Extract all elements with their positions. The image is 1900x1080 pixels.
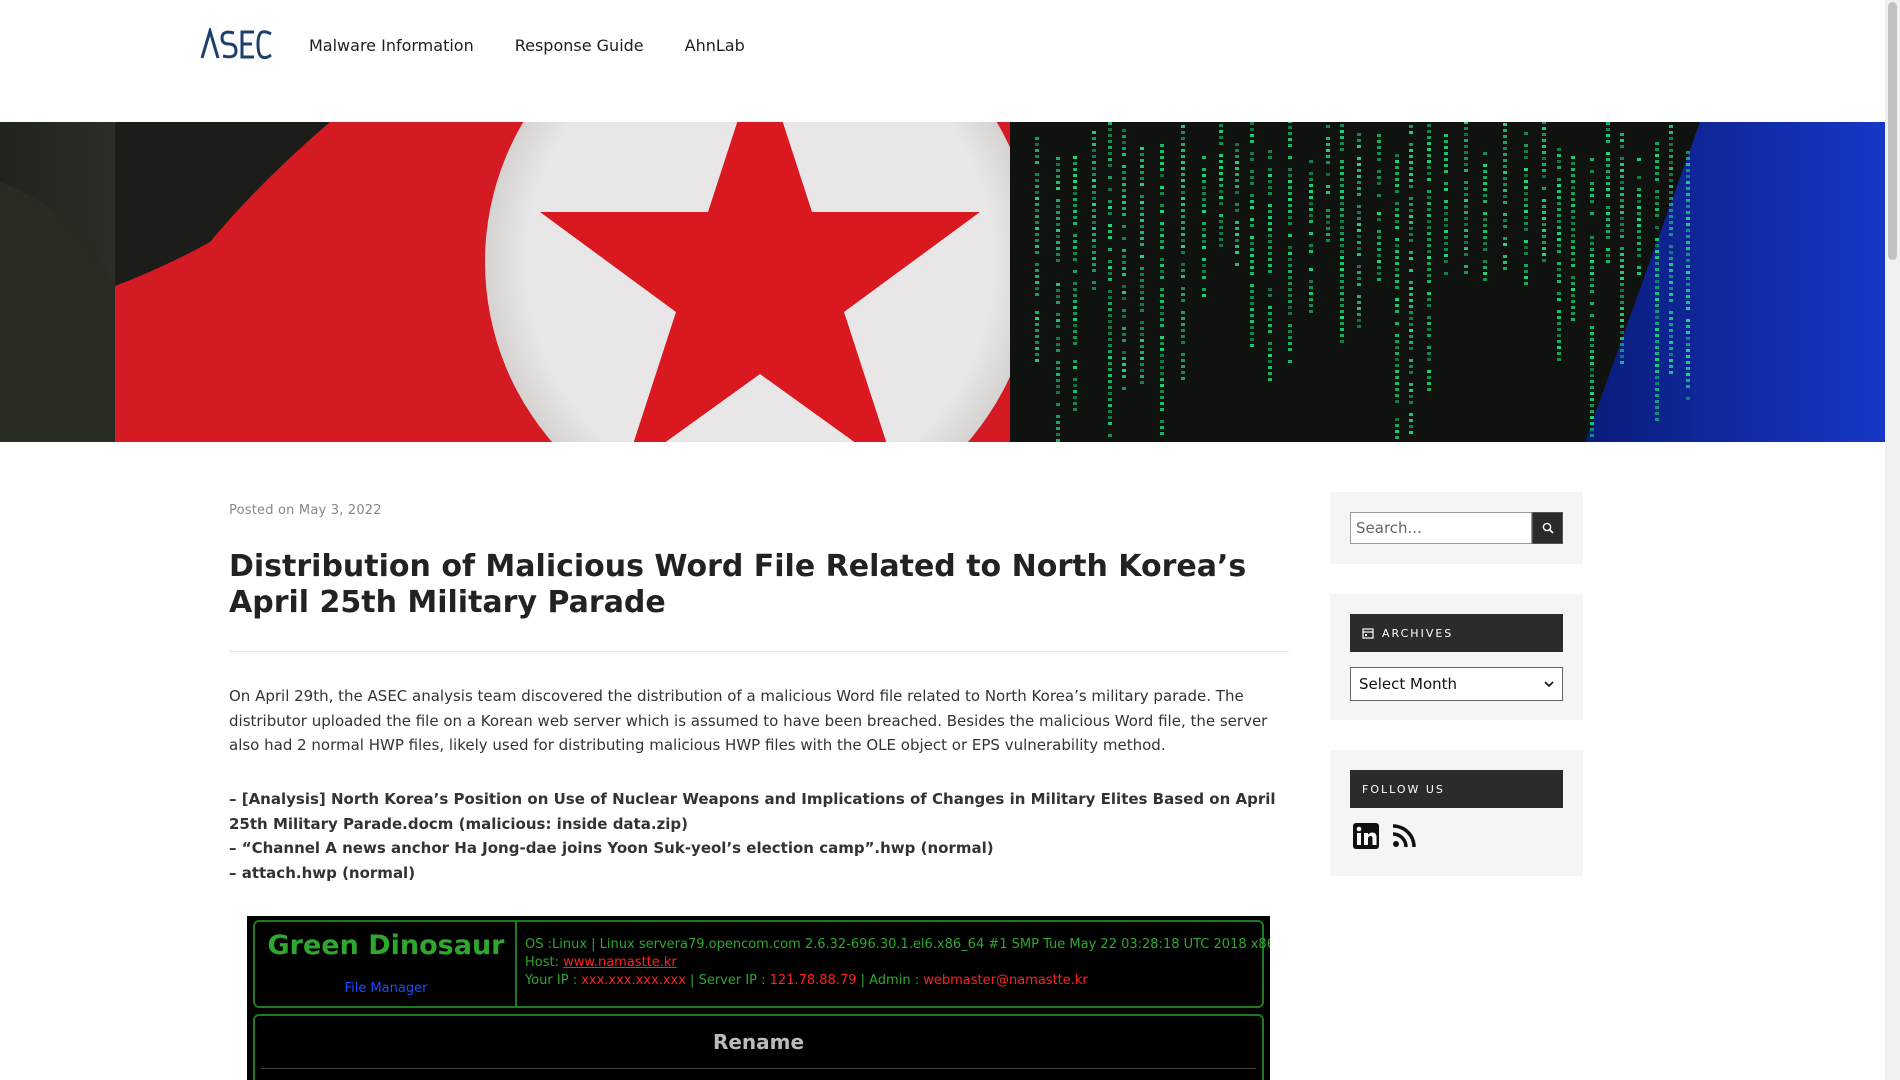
host-value: www.namastte.kr <box>563 955 677 970</box>
asec-logo[interactable] <box>200 25 272 60</box>
ip-line: Your IP : xxx.xxx.xxx.xxx | Server IP : … <box>525 972 1270 990</box>
rename-divider <box>261 1068 1256 1069</box>
rename-heading: Rename <box>712 1030 805 1054</box>
posted-on-label: Posted on <box>229 503 295 518</box>
os-line: OS :Linux | Linux servera79.opencom.com … <box>525 936 1270 954</box>
archives-heading: ARCHIVES <box>1350 614 1563 652</box>
archives-widget: ARCHIVES Select Month <box>1330 594 1583 720</box>
server-ip-value: 121.78.88.79 <box>769 973 857 988</box>
search-button[interactable] <box>1532 512 1563 544</box>
nav-ahnlab[interactable]: AhnLab <box>685 36 745 55</box>
post-intro-paragraph: On April 29th, the ASEC analysis team di… <box>229 687 1268 754</box>
archives-month-select[interactable]: Select Month <box>1350 667 1563 701</box>
file-list-item: – attach.hwp (normal) <box>229 863 416 882</box>
chevron-down-icon <box>1544 681 1554 688</box>
host-line: Host: www.namastte.kr <box>525 954 1270 972</box>
nav-malware-information[interactable]: Malware Information <box>309 36 474 55</box>
search-icon <box>1542 522 1554 534</box>
search-form <box>1350 512 1563 544</box>
your-ip-value: xxx.xxx.xxx.xxx <box>581 973 686 988</box>
follow-widget: FOLLOW US <box>1330 750 1583 876</box>
nav-response-guide[interactable]: Response Guide <box>515 36 644 55</box>
your-ip-label: Your IP : <box>525 973 582 988</box>
hero-banner <box>0 122 1885 442</box>
webshell-screenshot: Green Dinosaur File Manager OS :Linux | … <box>247 916 1270 1080</box>
file-list-item: – “Channel A news anchor Ha Jong-dae joi… <box>229 839 994 857</box>
post-date-link[interactable]: May 3, 2022 <box>299 503 382 518</box>
north-korea-flag-matrix-image <box>0 122 1885 442</box>
archives-select-value: Select Month <box>1359 675 1458 693</box>
admin-value: webmaster@namastte.kr <box>923 973 1088 988</box>
scrollbar-thumb[interactable] <box>1888 2 1897 260</box>
social-links <box>1352 822 1418 850</box>
host-label: Host: <box>525 955 564 970</box>
os-label: OS : <box>525 937 552 952</box>
follow-heading-label: FOLLOW US <box>1362 782 1445 796</box>
os-value: Linux | Linux servera79.opencom.com 2.6.… <box>552 937 1270 952</box>
main-nav: Malware Information Response Guide AhnLa… <box>309 36 745 55</box>
webshell-header: Green Dinosaur File Manager OS :Linux | … <box>253 920 1270 1008</box>
admin-label: | Admin : <box>856 973 924 988</box>
webshell-brand: Green Dinosaur File Manager <box>255 922 517 1006</box>
archives-heading-label: ARCHIVES <box>1382 626 1454 640</box>
file-list: – [Analysis] North Korea’s Position on U… <box>229 787 1289 885</box>
post-title: Distribution of Malicious Word File Rela… <box>229 549 1247 620</box>
search-widget <box>1330 492 1583 564</box>
page-scrollbar[interactable] <box>1885 0 1900 1080</box>
linkedin-icon[interactable] <box>1352 822 1380 850</box>
follow-heading: FOLLOW US <box>1350 770 1563 808</box>
file-list-item: – [Analysis] North Korea’s Position on U… <box>229 790 1276 833</box>
rss-icon[interactable] <box>1390 822 1418 850</box>
asec-logo-mark <box>200 25 272 60</box>
webshell-brand-name: Green Dinosaur <box>267 930 505 961</box>
webshell-server-info: OS :Linux | Linux servera79.opencom.com … <box>525 936 1270 990</box>
calendar-icon <box>1362 628 1374 639</box>
webshell-rename-panel: Rename <box>253 1014 1264 1080</box>
server-ip-label: | Server IP : <box>685 973 770 988</box>
file-manager-link: File Manager <box>344 981 428 996</box>
post-meta: Posted on May 3, 2022 <box>229 503 382 518</box>
search-input[interactable] <box>1350 512 1532 544</box>
title-divider <box>229 651 1289 652</box>
site-header: Malware Information Response Guide AhnLa… <box>0 0 1885 122</box>
